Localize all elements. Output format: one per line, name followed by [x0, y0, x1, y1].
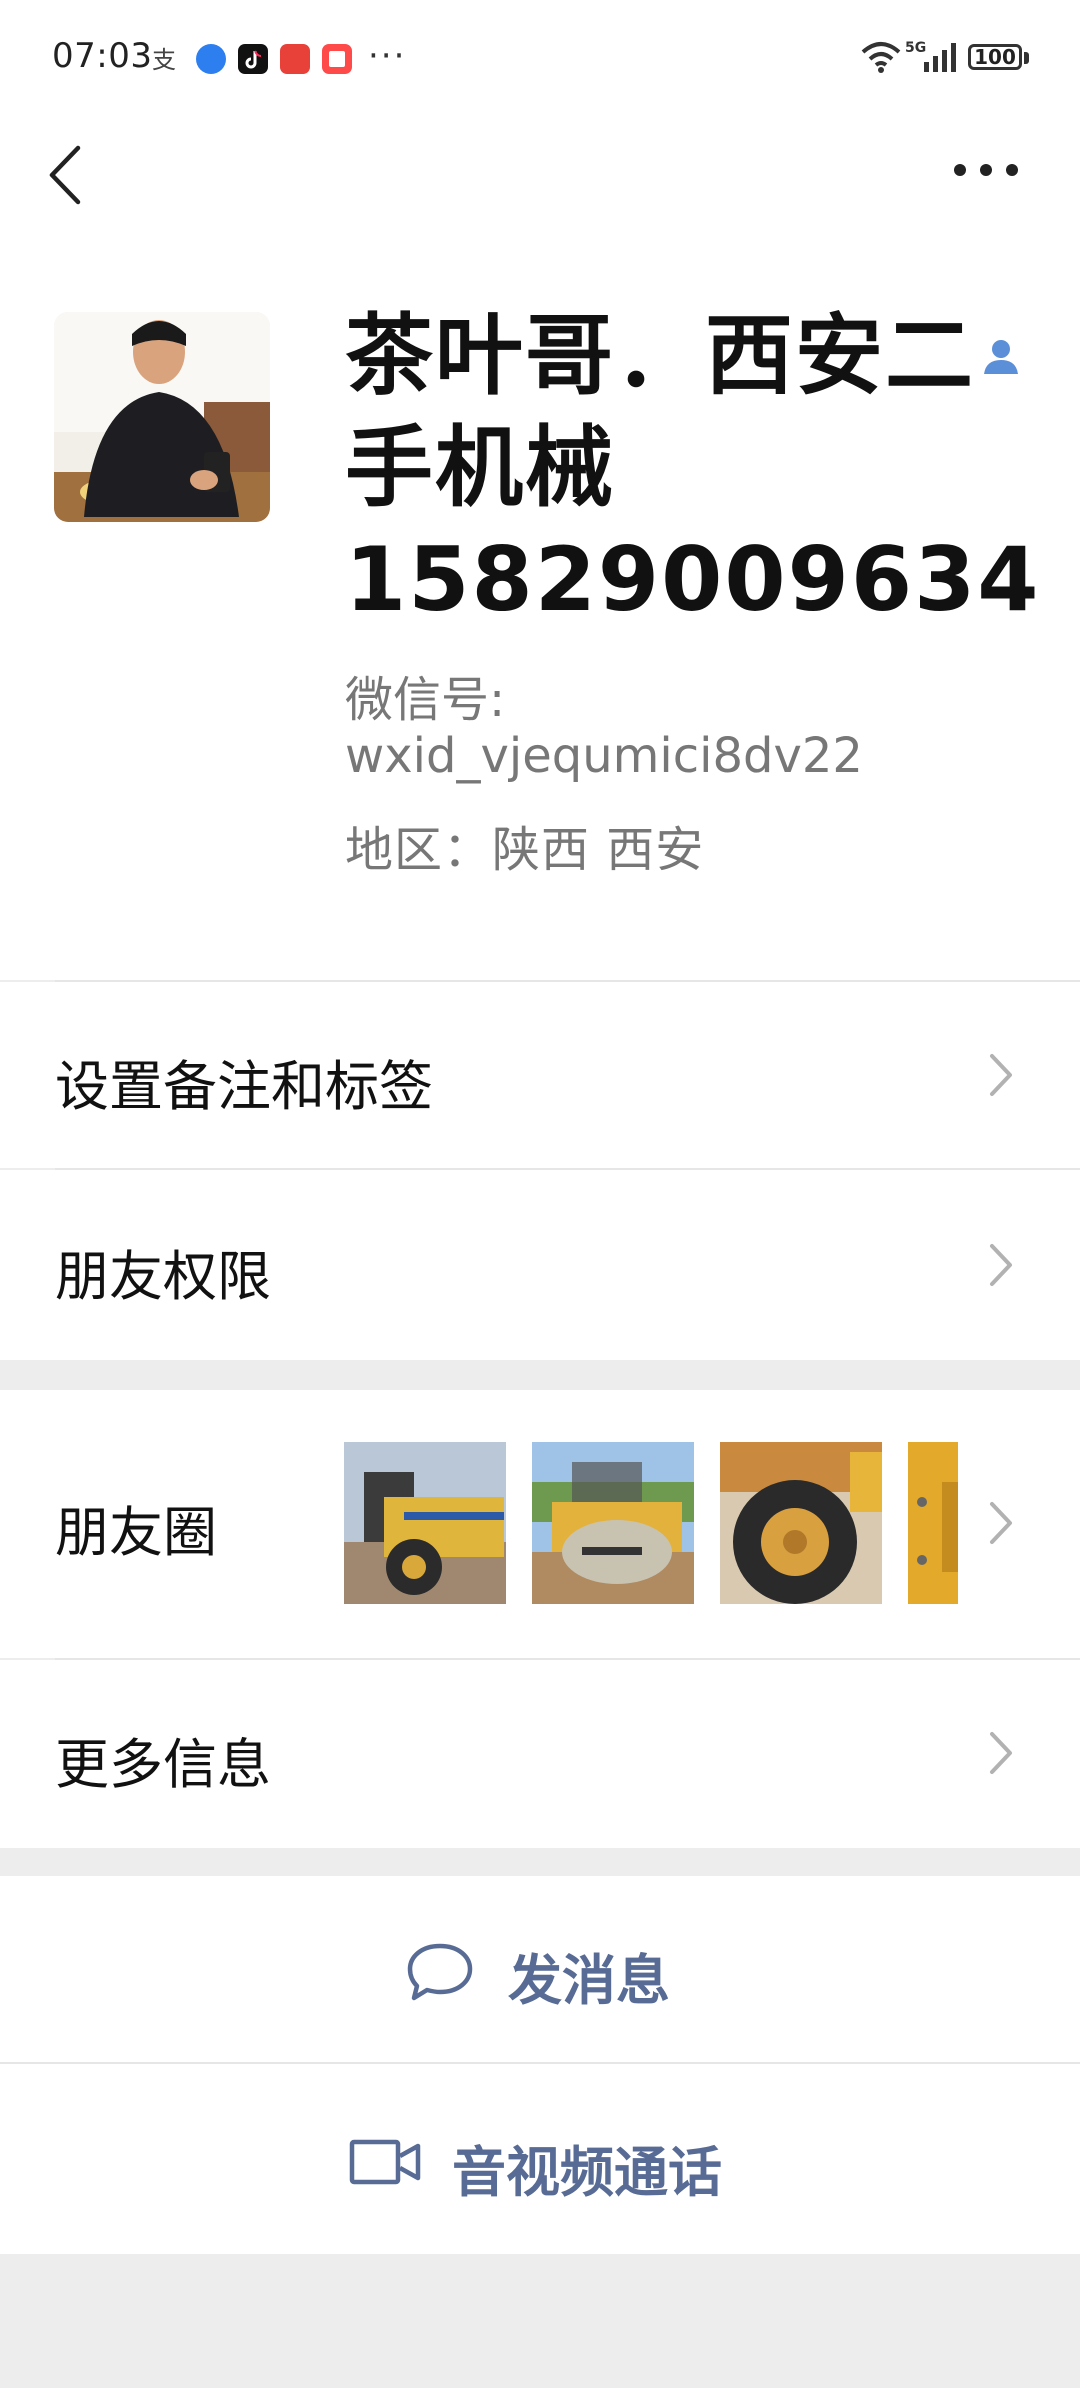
battery-level: 100: [974, 45, 1016, 69]
video-camera-icon: [349, 2139, 421, 2185]
app-red-icon: [280, 44, 310, 74]
alipay-icon: 支: [150, 44, 180, 74]
moments-photo-3[interactable]: [720, 1442, 882, 1604]
battery-tip: [1024, 52, 1029, 64]
back-button[interactable]: [40, 140, 100, 210]
send-message-label: 发消息: [508, 1949, 670, 2012]
wechat-id-label: 微信号:: [345, 672, 506, 728]
chevron-right-icon: [990, 1244, 1012, 1286]
signal-icon: [922, 40, 962, 78]
moments-photo-2[interactable]: [532, 1442, 694, 1604]
chevron-right-icon: [990, 1732, 1012, 1774]
avatar[interactable]: [54, 312, 270, 522]
friend-permissions-label: 朋友权限: [55, 1245, 271, 1308]
send-message-button[interactable]: 发消息: [0, 1876, 1080, 2062]
profile-name: 茶叶哥．西安二手机械15829009634: [345, 304, 1041, 631]
svg-text:支: 支: [152, 46, 176, 74]
chat-bubble-icon: [407, 1943, 473, 2001]
more-info-label: 更多信息: [55, 1733, 271, 1796]
more-button[interactable]: [940, 140, 1020, 200]
status-time: 07:03: [52, 36, 153, 76]
set-remarks-label: 设置备注和标签: [55, 1055, 433, 1118]
chevron-right-icon: [990, 1502, 1012, 1544]
tiktok-icon: [238, 44, 268, 74]
overflow-indicator: ···: [368, 36, 407, 76]
set-remarks-row[interactable]: 设置备注和标签: [0, 982, 1080, 1168]
moments-photo-4[interactable]: [908, 1442, 958, 1604]
moments-photo-1[interactable]: [344, 1442, 506, 1604]
chevron-left-icon: [49, 145, 81, 205]
reader-icon: [322, 44, 352, 74]
contact-person-icon: [980, 336, 1022, 382]
av-call-label: 音视频通话: [452, 2141, 722, 2204]
friend-permissions-row[interactable]: 朋友权限: [0, 1170, 1080, 1360]
av-call-button[interactable]: 音视频通话: [0, 2064, 1080, 2254]
more-dots-icon: [954, 164, 1018, 176]
chevron-right-icon: [990, 1054, 1012, 1096]
moments-label: 朋友圈: [55, 1501, 217, 1564]
region-text: 地区：陕西 西安: [345, 822, 705, 878]
wifi-icon: [860, 40, 902, 78]
browser-icon: [196, 44, 226, 74]
more-info-row[interactable]: 更多信息: [0, 1660, 1080, 1848]
wechat-id-value: wxid_vjequmici8dv22: [345, 728, 863, 784]
